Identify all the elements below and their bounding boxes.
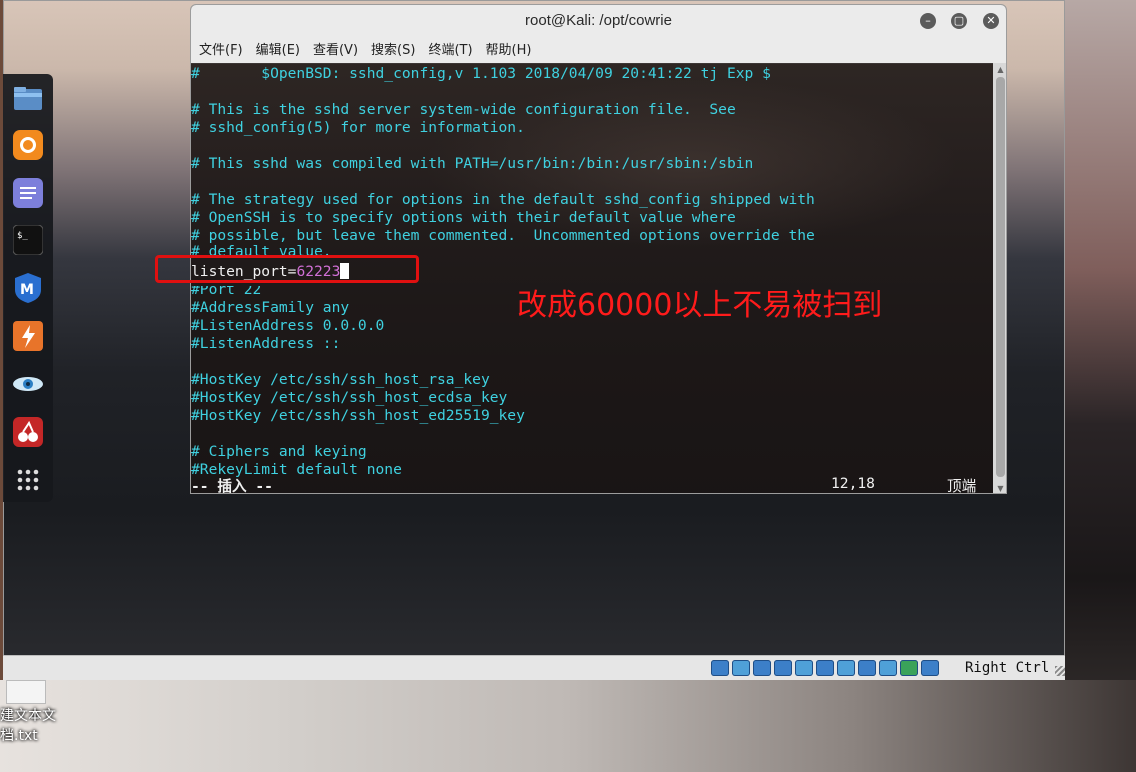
- scroll-up-icon[interactable]: ▲: [996, 65, 1005, 74]
- annotation-text: 改成60000以上不易被扫到: [517, 288, 883, 323]
- menu-help[interactable]: 帮助(H): [486, 39, 532, 63]
- text-editor-icon[interactable]: [12, 177, 44, 209]
- resize-grip-icon[interactable]: [1055, 666, 1065, 676]
- disc-icon[interactable]: [732, 660, 750, 676]
- audio-icon[interactable]: [753, 660, 771, 676]
- wallpaper-bottom-art: [0, 680, 1136, 772]
- terminal-line: #HostKey /etc/ssh/ssh_host_rsa_key: [191, 371, 490, 388]
- menu-view[interactable]: 查看(V): [313, 39, 358, 63]
- terminal-line: # Ciphers and keying: [191, 443, 367, 460]
- virtualization-icon[interactable]: [879, 660, 897, 676]
- optical-drive-icon[interactable]: [711, 660, 729, 676]
- menu-file[interactable]: 文件(F): [199, 39, 243, 63]
- window-title: root@Kali: /opt/cowrie: [525, 12, 672, 29]
- maximize-icon[interactable]: ▢: [951, 13, 967, 29]
- close-icon[interactable]: ✕: [983, 13, 999, 29]
- terminal-line: # OpenSSH is to specify options with the…: [191, 209, 736, 226]
- terminal-line: #ListenAddress 0.0.0.0: [191, 317, 385, 334]
- titlebar[interactable]: root@Kali: /opt/cowrie – ▢ ✕: [191, 5, 1006, 40]
- text-file-icon[interactable]: [6, 680, 46, 704]
- vm-statusbar: Right Ctrl: [3, 655, 1065, 680]
- terminal-line: #AddressFamily any: [191, 299, 350, 316]
- menu-edit[interactable]: 编辑(E): [256, 39, 300, 63]
- app-grid-icon[interactable]: [12, 464, 44, 496]
- display-icon[interactable]: [837, 660, 855, 676]
- terminal-icon[interactable]: $_: [12, 224, 44, 256]
- terminal-scrollbar[interactable]: ▲ ▼: [993, 63, 1006, 493]
- eye-icon[interactable]: [12, 368, 44, 400]
- terminal-line: #HostKey /etc/ssh/ssh_host_ed25519_key: [191, 407, 525, 424]
- terminal-window: root@Kali: /opt/cowrie – ▢ ✕ 文件(F) 编辑(E)…: [190, 4, 1007, 494]
- scrollbar-thumb[interactable]: [996, 77, 1005, 477]
- menubar: 文件(F) 编辑(E) 查看(V) 搜索(S) 终端(T) 帮助(H): [191, 39, 1006, 64]
- desktop-file-label-line1: 建文本文: [0, 708, 56, 724]
- minimize-icon[interactable]: –: [920, 13, 936, 29]
- highlight-box: [155, 255, 419, 283]
- vim-cursor-position: 12,18: [831, 475, 875, 492]
- terminal-line: #Port 22: [191, 281, 262, 298]
- mouse-integration-icon[interactable]: [900, 660, 918, 676]
- usb-icon[interactable]: [795, 660, 813, 676]
- video-capture-icon[interactable]: [858, 660, 876, 676]
- svg-text:$_: $_: [17, 231, 28, 241]
- terminal-line: # This is the sshd server system-wide co…: [191, 101, 736, 118]
- cherry-icon[interactable]: [12, 416, 44, 448]
- terminal-line: # sshd_config(5) for more information.: [191, 119, 525, 136]
- shared-folder-icon[interactable]: [816, 660, 834, 676]
- network-icon[interactable]: [774, 660, 792, 676]
- terminal-line: #HostKey /etc/ssh/ssh_host_ecdsa_key: [191, 389, 508, 406]
- dock: $_ M: [3, 74, 53, 502]
- menu-terminal[interactable]: 终端(T): [428, 39, 472, 63]
- desktop-file-label[interactable]: 建文本文 档.txt: [0, 706, 64, 746]
- metasploit-icon[interactable]: M: [12, 272, 44, 304]
- vim-mode-indicator: -- 插入 --: [191, 478, 273, 494]
- firefox-icon[interactable]: [12, 129, 44, 161]
- terminal-line: #ListenAddress ::: [191, 335, 341, 352]
- wallpaper-right-art: [1065, 0, 1136, 772]
- files-icon[interactable]: [12, 82, 44, 114]
- host-key-label: Right Ctrl: [965, 660, 1050, 676]
- keyboard-capture-icon[interactable]: [921, 660, 939, 676]
- svg-text:M: M: [20, 282, 34, 298]
- terminal-line: # The strategy used for options in the d…: [191, 191, 815, 208]
- vm-status-icons: [711, 660, 939, 676]
- scroll-down-icon[interactable]: ▼: [996, 484, 1005, 493]
- burpsuite-icon[interactable]: [12, 320, 44, 352]
- menu-search[interactable]: 搜索(S): [371, 39, 415, 63]
- terminal-line: # $OpenBSD: sshd_config,v 1.103 2018/04/…: [191, 65, 771, 82]
- vim-scroll-position: 顶端: [947, 478, 977, 494]
- desktop-file-label-line2: 档.txt: [0, 728, 38, 744]
- terminal-line: # This sshd was compiled with PATH=/usr/…: [191, 155, 754, 172]
